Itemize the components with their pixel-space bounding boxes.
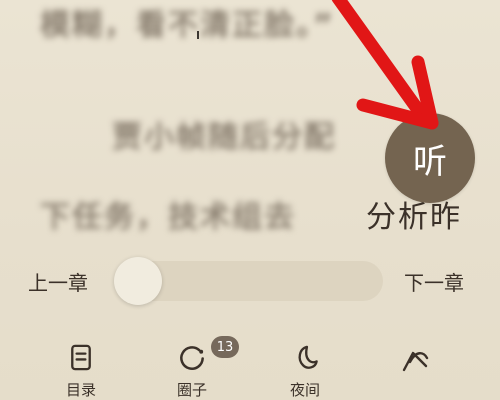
circle-badge: 13 bbox=[211, 336, 239, 358]
toc-button[interactable]: 目录 bbox=[41, 334, 121, 400]
next-chapter-button[interactable]: 下一章 bbox=[404, 267, 464, 296]
brightness-icon bbox=[402, 351, 429, 372]
listen-button[interactable]: 听 bbox=[385, 113, 475, 203]
reader-text-line: 模糊，看不清正脸。” bbox=[40, 8, 335, 43]
chapter-navigation: 上一章 下一章 bbox=[0, 256, 500, 306]
reader-page: 模糊，看不清正脸。” 贾小帧随后分配 下任务，技术组去 分析昨 听 上一章 下一… bbox=[0, 0, 500, 400]
reader-text-line: 贾小帧随后分配 bbox=[112, 120, 336, 155]
reader-text-line: 下任务，技术组去 bbox=[40, 200, 296, 235]
circle-icon bbox=[180, 346, 204, 370]
chapter-progress-slider[interactable] bbox=[114, 257, 383, 305]
night-mode-button[interactable]: 夜间 bbox=[265, 334, 345, 400]
night-mode-label: 夜间 bbox=[289, 381, 320, 399]
moon-icon bbox=[298, 345, 318, 369]
prev-chapter-button[interactable]: 上一章 bbox=[28, 267, 88, 296]
toc-label: 目录 bbox=[65, 381, 96, 399]
slider-thumb[interactable] bbox=[114, 257, 162, 305]
brightness-button[interactable] bbox=[376, 334, 456, 400]
circle-label: 圈子 bbox=[176, 381, 207, 399]
list-icon bbox=[71, 344, 91, 371]
bottom-toolbar: 目录 圈子 夜间 bbox=[0, 334, 500, 400]
listen-button-label: 听 bbox=[413, 141, 447, 182]
text-artifact bbox=[197, 31, 199, 39]
